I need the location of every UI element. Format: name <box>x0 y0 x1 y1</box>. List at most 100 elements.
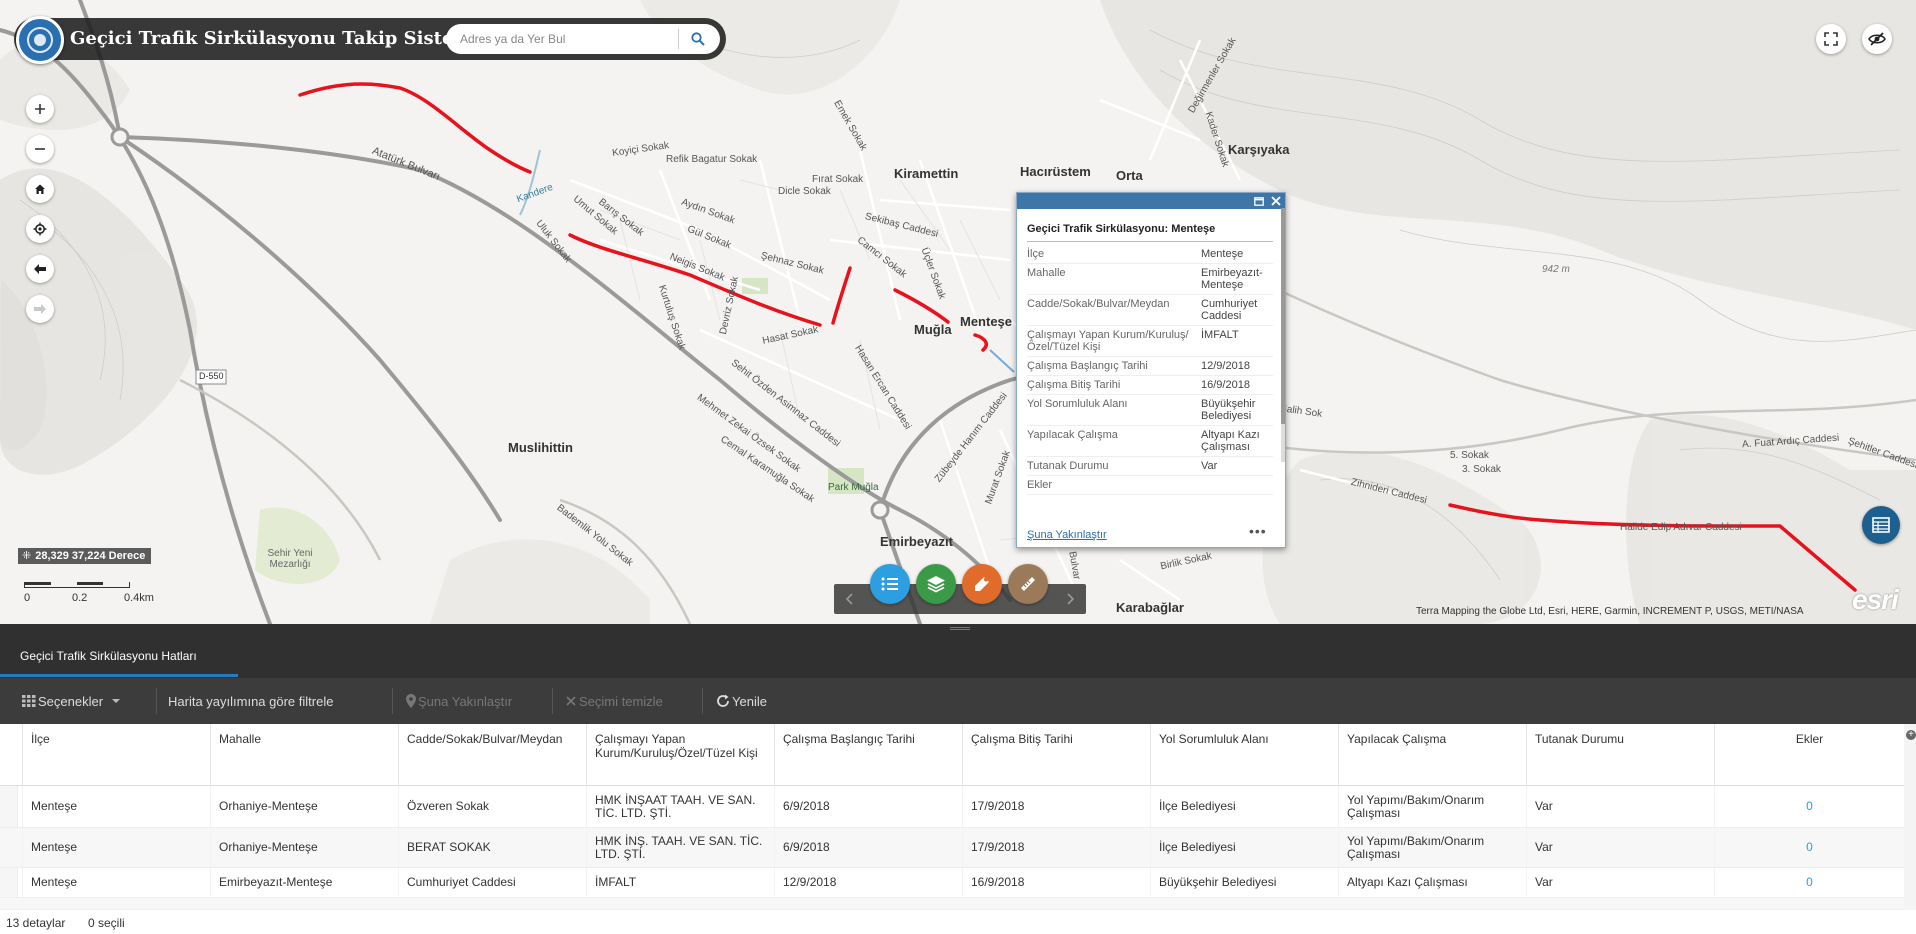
grid-icon <box>22 695 36 707</box>
hide-ui-button[interactable] <box>1862 24 1892 54</box>
table-cell: İMFALT <box>586 868 774 897</box>
attribute-panel: Geçici Trafik Sirkülasyonu Hatları Seçen… <box>0 624 1916 934</box>
popup-row: Tutanak Durumu Var <box>1027 457 1273 476</box>
popup-value: Emirbeyazıt-Menteşe <box>1201 267 1263 291</box>
table-header: İlçe Mahalle Cadde/Sokak/Bulvar/Meydan Ç… <box>0 724 1916 786</box>
locate-icon <box>33 222 47 236</box>
attribute-table-button[interactable] <box>1862 506 1900 544</box>
street-label: Dicle Sokak <box>778 186 831 197</box>
table-row[interactable]: Menteşe Orhaniye-Menteşe BERAT SOKAK HMK… <box>0 828 1916 868</box>
panel-toolbar: Seçenekler Harita yayılımına göre filtre… <box>0 678 1916 724</box>
add-column-icon[interactable]: + <box>1906 730 1916 740</box>
popup-divider <box>1027 241 1273 242</box>
next-extent-button[interactable] <box>26 295 54 323</box>
ruler-icon <box>1021 577 1035 591</box>
popup-row: Ekler <box>1027 476 1273 495</box>
tab-trafik-hatlari[interactable]: Geçici Trafik Sirkülasyonu Hatları <box>0 650 238 672</box>
table-row-partial[interactable] <box>0 898 1916 910</box>
table-cell: BERAT SOKAK <box>398 828 586 867</box>
table-row[interactable]: Menteşe Emirbeyazıt-Menteşe Cumhuriyet C… <box>0 868 1916 898</box>
scale-bar-segment <box>77 582 103 585</box>
filter-by-extent-button[interactable]: Harita yayılımına göre filtrele <box>168 692 333 710</box>
column-header[interactable]: Ekler <box>1714 724 1904 786</box>
table-cell: Emirbeyazıt-Menteşe <box>210 868 398 897</box>
column-header[interactable]: Yapılacak Çalışma <box>1338 724 1526 786</box>
eye-off-icon <box>1868 32 1886 46</box>
zoom-out-button[interactable] <box>26 135 54 163</box>
popup-key: Yapılacak Çalışma <box>1027 429 1118 441</box>
layers-icon <box>927 576 945 593</box>
popup-title: Geçici Trafik Sirkülasyonu: Menteşe <box>1027 223 1216 235</box>
popup-key: İlçe <box>1027 248 1045 260</box>
popup-attributes: İlçe Menteşe Mahalle Emirbeyazıt-Menteşe C… <box>1027 245 1273 519</box>
table-cell: Menteşe <box>22 828 210 867</box>
zoom-in-button[interactable] <box>26 95 54 123</box>
attachments-link[interactable]: 0 <box>1714 868 1904 897</box>
popup-key: Çalışma Başlangıç Tarihi <box>1027 360 1148 372</box>
home-button[interactable] <box>26 175 54 203</box>
options-menu-button[interactable]: Seçenekler <box>22 692 121 710</box>
street-label: Refik Bagatur Sokak <box>666 154 758 165</box>
search-icon <box>691 32 705 46</box>
table-row[interactable]: Menteşe Orhaniye-Menteşe Özveren Sokak H… <box>0 786 1916 828</box>
table-cell: 17/9/2018 <box>962 786 1150 827</box>
plus-icon <box>35 104 45 114</box>
selected-count: 0 seçili <box>88 916 125 930</box>
column-header[interactable]: Mahalle <box>210 724 398 786</box>
town-label-mentese: Menteşe <box>960 314 1013 329</box>
fullscreen-button[interactable] <box>1816 24 1846 54</box>
clear-selection-button[interactable]: Seçimi temizle <box>566 692 663 710</box>
popup-value: 12/9/2018 <box>1201 360 1250 372</box>
table-cell: Var <box>1526 828 1714 867</box>
attachments-link[interactable]: 0 <box>1714 786 1904 827</box>
measure-tool-button[interactable] <box>1008 564 1048 604</box>
town-label-hacirustem: Hacırüstem <box>1020 164 1091 179</box>
layers-tool-button[interactable] <box>916 564 956 604</box>
zoom-to-button[interactable]: Şuna Yakınlaştır <box>406 692 512 710</box>
table-scrollbar[interactable] <box>1904 724 1916 910</box>
previous-extent-button[interactable] <box>26 255 54 283</box>
column-header[interactable]: Çalışma Başlangıç Tarihi <box>774 724 962 786</box>
popup-maximize-button[interactable] <box>1252 194 1266 208</box>
list-icon <box>881 577 898 591</box>
draw-tool-button[interactable] <box>962 564 1002 604</box>
column-header[interactable]: İlçe <box>22 724 210 786</box>
attribute-table: İlçe Mahalle Cadde/Sokak/Bulvar/Meydan Ç… <box>0 724 1916 910</box>
column-header[interactable]: Çalışmayı Yapan Kurum/Kuruluş/Özel/Tüzel… <box>586 724 774 786</box>
map-view[interactable]: Kiramettin Hacırüstem Orta Karşıyaka Muğ… <box>0 0 1916 624</box>
town-label-orta: Orta <box>1116 168 1143 183</box>
legend-tool-button[interactable] <box>870 564 910 604</box>
map-attribution: Terra Mapping the Globe Ltd, Esri, HERE,… <box>1416 606 1804 617</box>
table-cell: Yol Yapımı/Bakım/Onarım Çalışması <box>1338 786 1526 827</box>
popup-scrollbar-thumb[interactable] <box>1281 208 1285 424</box>
column-header[interactable]: Tutanak Durumu <box>1526 724 1714 786</box>
table-cell: 17/9/2018 <box>962 828 1150 867</box>
popup-more-button[interactable]: ••• <box>1249 523 1267 539</box>
table-cell: Büyükşehir Belediyesi <box>1150 868 1338 897</box>
column-header[interactable]: Cadde/Sokak/Bulvar/Meydan <box>398 724 586 786</box>
column-header[interactable]: Yol Sorumluluk Alanı <box>1150 724 1338 786</box>
close-icon <box>1271 196 1281 206</box>
popup-key: Tutanak Durumu <box>1027 460 1109 472</box>
locate-button[interactable] <box>26 215 54 243</box>
column-header[interactable]: Çalışma Bitiş Tarihi <box>962 724 1150 786</box>
coordinate-readout[interactable]: ⁜ 28,329 37,224 Derece <box>18 548 152 564</box>
search-input[interactable] <box>460 30 670 48</box>
scale-label: 0.2 <box>72 592 88 604</box>
popup-close-button[interactable] <box>1269 194 1283 208</box>
toolbar-divider <box>156 688 157 714</box>
table-cell: Menteşe <box>22 786 210 827</box>
popup-value <box>1201 479 1273 491</box>
attachments-link[interactable]: 0 <box>1714 828 1904 867</box>
refresh-button[interactable]: Yenile <box>716 692 767 710</box>
panel-resize-handle[interactable] <box>950 627 970 630</box>
popup-zoom-link[interactable]: Şuna Yakınlaştır <box>1027 529 1107 541</box>
popup-scrollbar[interactable] <box>1281 208 1285 462</box>
dock-next-button[interactable] <box>1062 590 1078 608</box>
search-button[interactable] <box>682 26 714 52</box>
popup-value: Var <box>1201 460 1218 472</box>
dock-prev-button[interactable] <box>842 590 858 608</box>
popup-row: Çalışmayı Yapan Kurum/Kuruluş/Özel/Tüzel… <box>1027 326 1273 357</box>
street-label: Park Muğla <box>828 482 879 493</box>
popup-row: Çalışma Başlangıç Tarihi 12/9/2018 <box>1027 357 1273 376</box>
